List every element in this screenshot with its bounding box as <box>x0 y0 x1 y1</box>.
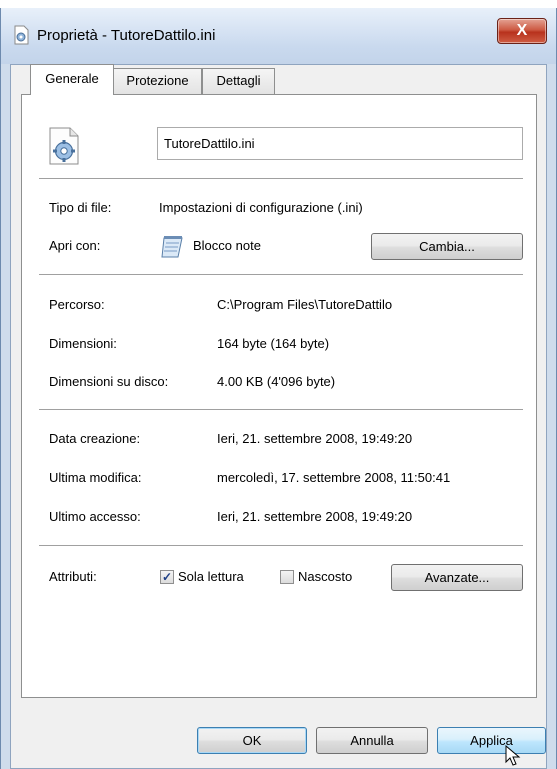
size-value: 164 byte (164 byte) <box>217 336 330 351</box>
attributes-label: Attributi: <box>49 569 97 584</box>
notepad-icon <box>161 236 183 258</box>
disk-size-label: Dimensioni su disco: <box>49 374 169 389</box>
separator <box>39 545 523 546</box>
file-type-value: Impostazioni di configurazione (.ini) <box>159 200 363 215</box>
config-file-icon <box>14 25 29 45</box>
file-type-label: Tipo di file: <box>49 200 112 215</box>
hidden-checkbox[interactable] <box>280 570 294 584</box>
accessed-value: Ieri, 21. settembre 2008, 19:49:20 <box>217 509 413 524</box>
modified-value: mercoledì, 17. settembre 2008, 11:50:41 <box>217 470 451 485</box>
path-label: Percorso: <box>49 297 105 312</box>
disk-size-value: 4.00 KB (4'096 byte) <box>217 374 336 389</box>
mouse-cursor-icon <box>505 745 521 766</box>
created-value: Ieri, 21. settembre 2008, 19:49:20 <box>217 431 413 446</box>
tab-generale[interactable]: Generale <box>30 64 114 95</box>
path-value: C:\Program Files\TutoreDattilo <box>217 297 393 312</box>
config-file-icon <box>49 127 79 165</box>
modified-label: Ultima modifica: <box>49 470 142 485</box>
open-with-value: Blocco note <box>193 238 261 253</box>
hidden-label[interactable]: Nascosto <box>298 569 352 584</box>
close-button[interactable]: X <box>497 18 547 44</box>
readonly-label[interactable]: Sola lettura <box>178 569 244 584</box>
title-bar[interactable]: Proprietà - TutoreDattilo.ini X <box>1 8 556 64</box>
open-with-label: Apri con: <box>49 238 101 253</box>
tab-panel-generale <box>21 94 537 698</box>
tab-dettagli[interactable]: Dettagli <box>202 68 275 94</box>
cancel-button[interactable]: Annulla <box>316 727 428 754</box>
separator <box>39 274 523 275</box>
separator <box>39 178 523 179</box>
tab-protezione[interactable]: Protezione <box>113 68 202 94</box>
advanced-button[interactable]: Avanzate... <box>391 564 523 591</box>
file-name-input[interactable] <box>157 127 523 160</box>
created-label: Data creazione: <box>49 431 141 446</box>
size-label: Dimensioni: <box>49 336 117 351</box>
ok-button[interactable]: OK <box>197 727 307 754</box>
apply-button[interactable]: Applica <box>437 727 546 754</box>
change-button[interactable]: Cambia... <box>371 233 523 260</box>
readonly-checkbox[interactable]: ✓ <box>160 570 174 584</box>
separator <box>39 409 523 410</box>
window-title: Proprietà - TutoreDattilo.ini <box>37 27 216 44</box>
accessed-label: Ultimo accesso: <box>49 509 141 524</box>
